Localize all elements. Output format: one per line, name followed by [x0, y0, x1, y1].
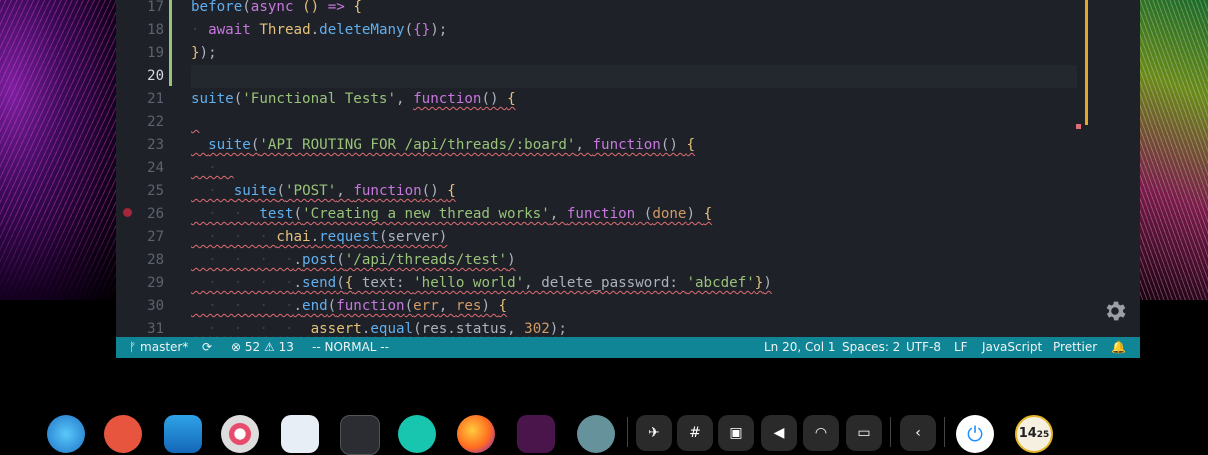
- file-manager-icon[interactable]: [164, 415, 202, 453]
- git-branch[interactable]: ᚠ master*: [129, 337, 188, 358]
- text-editor-icon[interactable]: [281, 415, 319, 453]
- line-number: 30: [147, 298, 164, 314]
- line-number-gutter: 17 18 19 20 21 22 23 24 25 26 27 28 29 3…: [116, 0, 170, 337]
- sync-icon[interactable]: ⟳: [202, 337, 212, 358]
- code-editor[interactable]: 17 18 19 20 21 22 23 24 25 26 27 28 29 3…: [116, 0, 1140, 337]
- code-line: · · · ·.post('/api/threads/test'): [191, 252, 516, 268]
- git-branch-label: master*: [140, 340, 189, 354]
- atom-icon[interactable]: [577, 415, 615, 453]
- code-line: before(async () => {: [191, 0, 362, 15]
- code-line: · suite('POST', function() {: [191, 183, 456, 199]
- dock-separator: [890, 417, 891, 447]
- line-number: 20: [147, 68, 164, 84]
- line-number: 24: [147, 160, 164, 176]
- code-line: · · · chai.request(server): [191, 229, 448, 245]
- taskbar-dock: ✈ # ▣ ◀ ◠ ▭ ‹ ⏻ 1425: [0, 405, 1208, 455]
- code-line: suite('Functional Tests', function() {: [191, 91, 516, 107]
- code-line: · · test('Creating a new thread works', …: [191, 206, 713, 222]
- wifi-icon[interactable]: ◠: [803, 415, 839, 451]
- line-number: 22: [147, 114, 164, 130]
- terminal-icon[interactable]: [340, 415, 380, 455]
- code-line: · await Thread.deleteMany({});: [191, 22, 448, 38]
- breakpoint-icon[interactable]: [123, 208, 132, 217]
- code-line: });: [191, 45, 217, 61]
- line-number: 25: [147, 183, 164, 199]
- deepin-launcher-icon[interactable]: [47, 415, 85, 453]
- line-number: 18: [147, 22, 164, 38]
- settings-icon[interactable]: [221, 415, 259, 453]
- warning-icon: ⚠: [264, 340, 275, 354]
- formatter[interactable]: Prettier: [1053, 337, 1097, 358]
- code-line: ·: [191, 160, 234, 176]
- code-line: suite('API ROUTING FOR /api/threads/:boa…: [208, 137, 696, 153]
- mail-icon[interactable]: [398, 415, 436, 453]
- git-branch-icon: ᚠ: [129, 340, 137, 354]
- tray-icon[interactable]: ▣: [718, 415, 754, 451]
- code-content[interactable]: before(async () => { · await Thread.dele…: [191, 0, 1081, 337]
- slack-icon[interactable]: [517, 415, 555, 453]
- volume-icon[interactable]: ◀: [761, 415, 797, 451]
- presentation-icon[interactable]: [104, 415, 142, 453]
- warning-count: 13: [278, 340, 294, 354]
- clock-minute: 25: [1036, 430, 1050, 440]
- indentation[interactable]: Spaces: 2: [842, 337, 900, 358]
- code-line: · · · ·.end(function(err, res) {: [191, 298, 508, 314]
- cursor-position[interactable]: Ln 20, Col 1: [764, 337, 836, 358]
- encoding[interactable]: UTF-8: [906, 337, 941, 358]
- clock-icon[interactable]: 1425: [1015, 415, 1053, 453]
- firefox-icon[interactable]: [457, 415, 495, 453]
- problems-indicator[interactable]: ⊗ 52 ⚠ 13: [231, 337, 294, 358]
- slack-tray-icon[interactable]: #: [677, 415, 713, 451]
- collapse-icon[interactable]: ‹: [900, 415, 936, 451]
- language-mode[interactable]: JavaScript: [982, 337, 1042, 358]
- telegram-icon[interactable]: ✈: [636, 415, 672, 451]
- desktop-wallpaper-right: [1138, 0, 1208, 300]
- settings-gear-icon[interactable]: [1102, 298, 1128, 324]
- clock-hour: 14: [1018, 426, 1037, 441]
- line-number: 28: [147, 252, 164, 268]
- battery-icon[interactable]: ▭: [846, 415, 882, 451]
- line-number: 27: [147, 229, 164, 245]
- notification-bell-icon[interactable]: 🔔: [1111, 337, 1126, 358]
- code-line: · · · · assert.equal(res.status, 302);: [191, 321, 567, 337]
- scrollbar-error-marker: [1076, 124, 1081, 129]
- line-number: 29: [147, 275, 164, 291]
- status-bar: ᚠ master* ⟳ ⊗ 52 ⚠ 13 -- NORMAL -- Ln 20…: [116, 337, 1140, 358]
- line-number: 23: [147, 137, 164, 153]
- scrollbar-thumb[interactable]: [1085, 0, 1088, 125]
- error-icon: ⊗: [231, 340, 242, 354]
- line-ending[interactable]: LF: [954, 337, 968, 358]
- line-number: 17: [147, 0, 164, 15]
- error-count: 52: [244, 340, 261, 354]
- vim-mode: -- NORMAL --: [312, 340, 389, 354]
- line-number: 31: [147, 321, 164, 337]
- code-line: · · · ·.send({ text: 'hello world', dele…: [191, 275, 772, 291]
- dock-separator: [944, 417, 945, 447]
- git-modified-indicator: [169, 0, 172, 86]
- power-icon[interactable]: ⏻: [956, 415, 994, 453]
- dock-separator: [627, 417, 628, 447]
- line-number: 19: [147, 45, 164, 61]
- desktop-wallpaper-left: [0, 0, 118, 300]
- line-number: 21: [147, 91, 164, 107]
